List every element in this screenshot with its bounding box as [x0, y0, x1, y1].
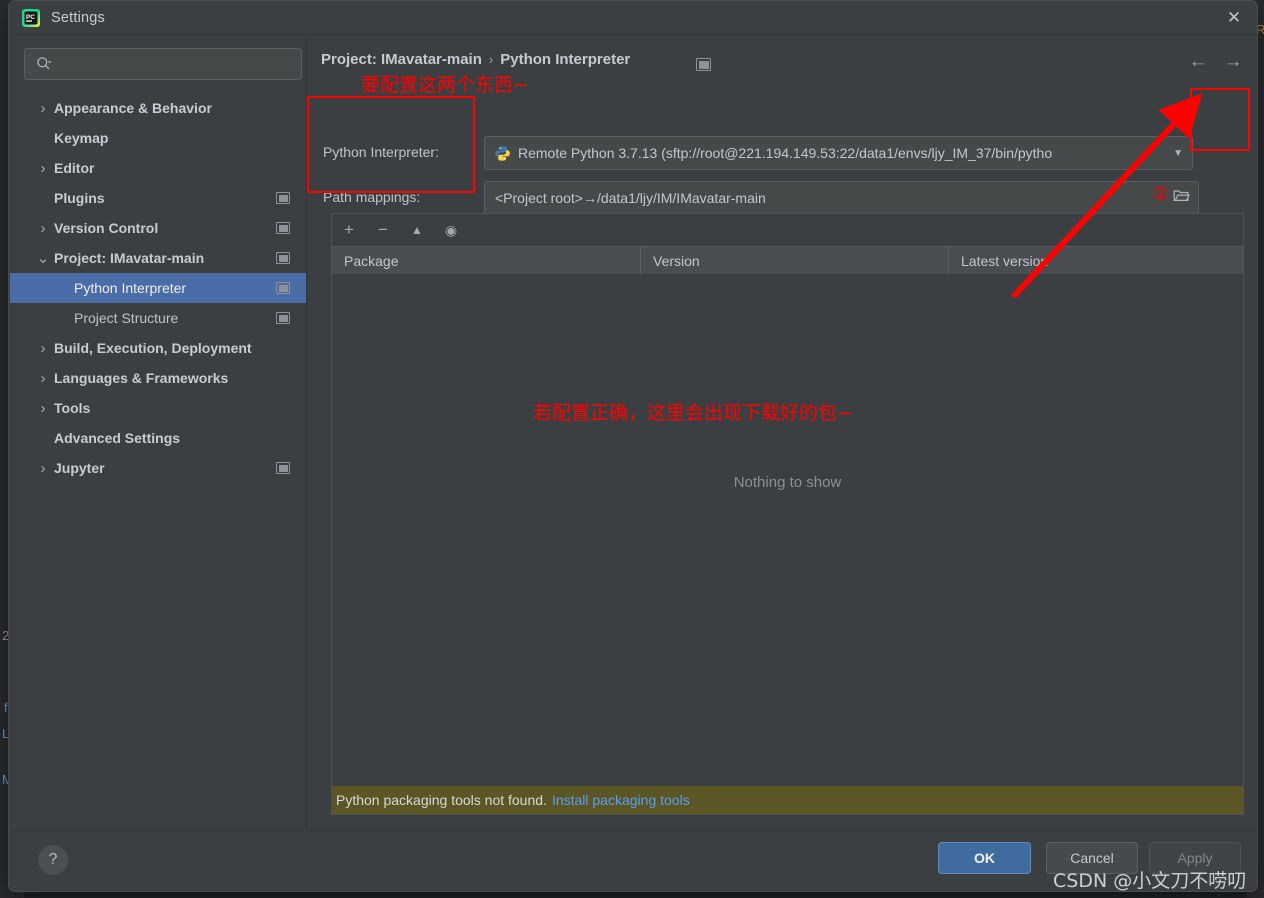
sidebar-item-label: Plugins	[54, 190, 105, 206]
project-scope-badge-icon	[276, 462, 290, 474]
chevron-right-icon[interactable]: ›	[36, 400, 50, 417]
sidebar-item-build-execution-deployment[interactable]: › Build, Execution, Deployment	[10, 333, 306, 363]
project-scope-badge-icon	[276, 252, 290, 264]
csdn-watermark: CSDN @小文刀不唠叨	[1053, 870, 1247, 892]
sidebar-item-label: Version Control	[54, 220, 159, 236]
sidebar-item-editor[interactable]: › Editor	[10, 153, 306, 183]
settings-tree: › Appearance & Behavior Keymap › Editor Plugi…	[10, 93, 306, 483]
plus-icon[interactable]: +	[332, 214, 366, 246]
arrow-right-icon[interactable]: →	[1219, 48, 1247, 76]
path-mappings-value: <Project root>→/data1/ljy/IM/IMavatar-ma…	[495, 190, 766, 206]
packaging-tools-warning: Python packaging tools not found. Instal…	[332, 786, 1243, 814]
path-mappings-field[interactable]: <Project root>→/data1/ljy/IM/IMavatar-ma…	[484, 181, 1199, 215]
chevron-right-icon[interactable]: ›	[36, 220, 50, 237]
dialog-title: Settings	[51, 9, 105, 26]
sidebar-item-label: Build, Execution, Deployment	[54, 340, 252, 356]
column-header[interactable]: Package	[332, 247, 640, 275]
project-scope-badge-icon	[276, 312, 290, 324]
project-scope-badge-icon	[276, 192, 290, 204]
project-scope-badge-icon	[276, 222, 290, 234]
folder-icon[interactable]	[1173, 188, 1190, 208]
breadcrumb-root[interactable]: Project: IMavatar-main	[321, 51, 482, 68]
settings-content: Project: IMavatar-main › Python Interprete…	[307, 35, 1256, 830]
dialog-titlebar: PC Settings ✕	[9, 1, 1257, 35]
sidebar-item-label: Project Structure	[74, 310, 179, 326]
sidebar-item-label: Jupyter	[54, 460, 105, 476]
sidebar-item-label: Tools	[54, 400, 91, 416]
sidebar-item-languages-frameworks[interactable]: › Languages & Frameworks	[10, 363, 306, 393]
install-packaging-tools-link[interactable]: Install packaging tools	[552, 792, 690, 808]
search-icon	[36, 56, 52, 72]
breadcrumb-leaf: Python Interpreter	[500, 51, 631, 68]
eye-icon[interactable]: ◉	[434, 214, 468, 246]
sidebar-item-label: Advanced Settings	[54, 430, 181, 446]
packages-table-body: Nothing to show	[332, 274, 1243, 786]
python-interpreter-value: Remote Python 3.7.13 (sftp://root@221.19…	[518, 145, 1053, 161]
sidebar-item-label: Editor	[54, 160, 95, 176]
sidebar-item-project-structure[interactable]: Project Structure	[10, 303, 306, 333]
minus-icon[interactable]: −	[366, 214, 400, 246]
path-mappings-label: Path mappings:	[323, 189, 421, 205]
chevron-down-icon[interactable]: ▼	[1173, 148, 1183, 159]
packages-table-header: Package Version Latest version	[332, 246, 1243, 276]
column-header[interactable]: Version	[640, 247, 948, 275]
svg-text:PC: PC	[26, 14, 35, 21]
warning-text: Python packaging tools not found.	[336, 792, 547, 808]
sidebar-item-label: Python Interpreter	[74, 280, 187, 296]
packages-toolbar: + − ▲ ◉	[332, 214, 1243, 246]
chevron-right-icon[interactable]: ›	[36, 460, 50, 477]
chevron-right-icon[interactable]: ›	[36, 160, 50, 177]
empty-state-text: Nothing to show	[733, 474, 842, 491]
breadcrumb: Project: IMavatar-main › Python Interprete…	[321, 51, 630, 68]
python-interpreter-dropdown[interactable]: Remote Python 3.7.13 (sftp://root@221.19…	[484, 136, 1193, 170]
packages-panel: + − ▲ ◉ Package Version Latest version Nothin…	[331, 213, 1244, 815]
settings-dialog: PC Settings ✕ › Appearance & Behavior Keym…	[8, 0, 1258, 892]
sidebar-item-python-interpreter[interactable]: Python Interpreter	[10, 273, 306, 303]
sidebar-item-advanced-settings[interactable]: Advanced Settings	[10, 423, 306, 453]
column-header[interactable]: Latest version	[948, 247, 1243, 275]
sidebar-item-appearance-behavior[interactable]: › Appearance & Behavior	[10, 93, 306, 123]
pycharm-logo-icon: PC	[21, 8, 41, 28]
sidebar-item-plugins[interactable]: Plugins	[10, 183, 306, 213]
python-icon	[494, 145, 511, 162]
arrow-left-icon[interactable]: ←	[1184, 48, 1212, 76]
chevron-right-icon[interactable]: ›	[36, 340, 50, 357]
project-scope-badge-icon	[276, 282, 290, 294]
search-box[interactable]	[24, 48, 302, 80]
breadcrumb-separator: ›	[488, 52, 494, 67]
sidebar-item-keymap[interactable]: Keymap	[10, 123, 306, 153]
sidebar-item-jupyter[interactable]: › Jupyter	[10, 453, 306, 483]
sidebar-item-label: Keymap	[54, 130, 109, 146]
search-input[interactable]	[59, 55, 288, 73]
settings-sidebar: › Appearance & Behavior Keymap › Editor Plugi…	[10, 35, 307, 830]
chevron-right-icon[interactable]: ›	[36, 370, 50, 387]
sidebar-item-tools[interactable]: › Tools	[10, 393, 306, 423]
ok-button[interactable]: OK	[938, 842, 1031, 874]
project-scope-badge-icon	[696, 58, 711, 71]
chevron-right-icon[interactable]: ›	[36, 100, 50, 117]
python-interpreter-label: Python Interpreter:	[323, 144, 439, 160]
close-icon[interactable]: ✕	[1211, 1, 1257, 34]
help-icon[interactable]: ?	[38, 845, 68, 875]
sidebar-item-label: Project: IMavatar-main	[54, 250, 205, 266]
chevron-down-icon[interactable]: ⌄	[36, 250, 50, 267]
sidebar-item-version-control[interactable]: › Version Control	[10, 213, 306, 243]
sidebar-item-label: Appearance & Behavior	[54, 100, 212, 116]
sidebar-item-label: Languages & Frameworks	[54, 370, 229, 386]
upgrade-icon[interactable]: ▲	[400, 214, 434, 246]
sidebar-item-project-imavatar-main[interactable]: ⌄ Project: IMavatar-main	[10, 243, 306, 273]
